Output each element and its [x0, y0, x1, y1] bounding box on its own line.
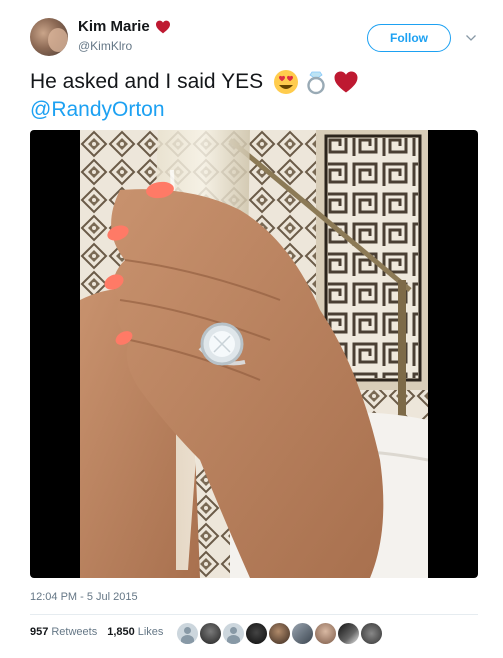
- tweet-mention-line: @RandyOrton: [30, 96, 480, 124]
- liker-avatar[interactable]: [223, 623, 244, 644]
- follow-button[interactable]: Follow: [367, 24, 451, 52]
- red-heart-emoji-icon: [334, 71, 358, 93]
- retweets-stat[interactable]: 957 Retweets: [30, 626, 97, 638]
- photo-illustration: [80, 130, 428, 578]
- chevron-down-icon[interactable]: [465, 32, 477, 44]
- mention-link[interactable]: @RandyOrton: [30, 96, 165, 124]
- likes-label: Likes: [137, 626, 164, 638]
- liker-avatar[interactable]: [292, 623, 313, 644]
- liker-avatar[interactable]: [269, 623, 290, 644]
- liker-avatar[interactable]: [315, 623, 336, 644]
- display-name-row: Kim Marie: [78, 18, 171, 35]
- tweet-text: He asked and I said YES @RandyOrton: [30, 68, 480, 124]
- ring-emoji-icon: [307, 71, 325, 95]
- likes-count: 1,850: [107, 626, 135, 638]
- user-handle[interactable]: @KimKlro: [78, 39, 132, 53]
- tweet-card: Kim Marie @KimKlro Follow He asked and I…: [0, 0, 503, 658]
- avatar-face: [48, 28, 68, 52]
- liker-avatar[interactable]: [361, 623, 382, 644]
- tweet-body: He asked and I said YES: [30, 70, 264, 93]
- tweet-stats: 957 Retweets 1,850 Likes: [30, 626, 173, 638]
- tweet-timestamp[interactable]: 12:04 PM - 5 Jul 2015: [30, 591, 138, 603]
- red-heart-icon: [155, 20, 170, 33]
- tweet-text-line: He asked and I said YES: [30, 68, 480, 96]
- likes-stat[interactable]: 1,850 Likes: [107, 626, 163, 638]
- photo-ring-hand: [80, 130, 428, 578]
- avatar[interactable]: [30, 18, 68, 56]
- liker-avatar[interactable]: [246, 623, 267, 644]
- liker-avatars: [177, 623, 382, 644]
- divider: [30, 614, 478, 615]
- retweets-label: Retweets: [51, 626, 98, 638]
- liker-avatar[interactable]: [200, 623, 221, 644]
- display-name[interactable]: Kim Marie: [78, 18, 150, 35]
- liker-avatar[interactable]: [177, 623, 198, 644]
- tweet-photo[interactable]: [30, 130, 478, 578]
- liker-avatar[interactable]: [338, 623, 359, 644]
- heart-eyes-emoji-icon: [274, 70, 299, 94]
- retweets-count: 957: [30, 626, 49, 638]
